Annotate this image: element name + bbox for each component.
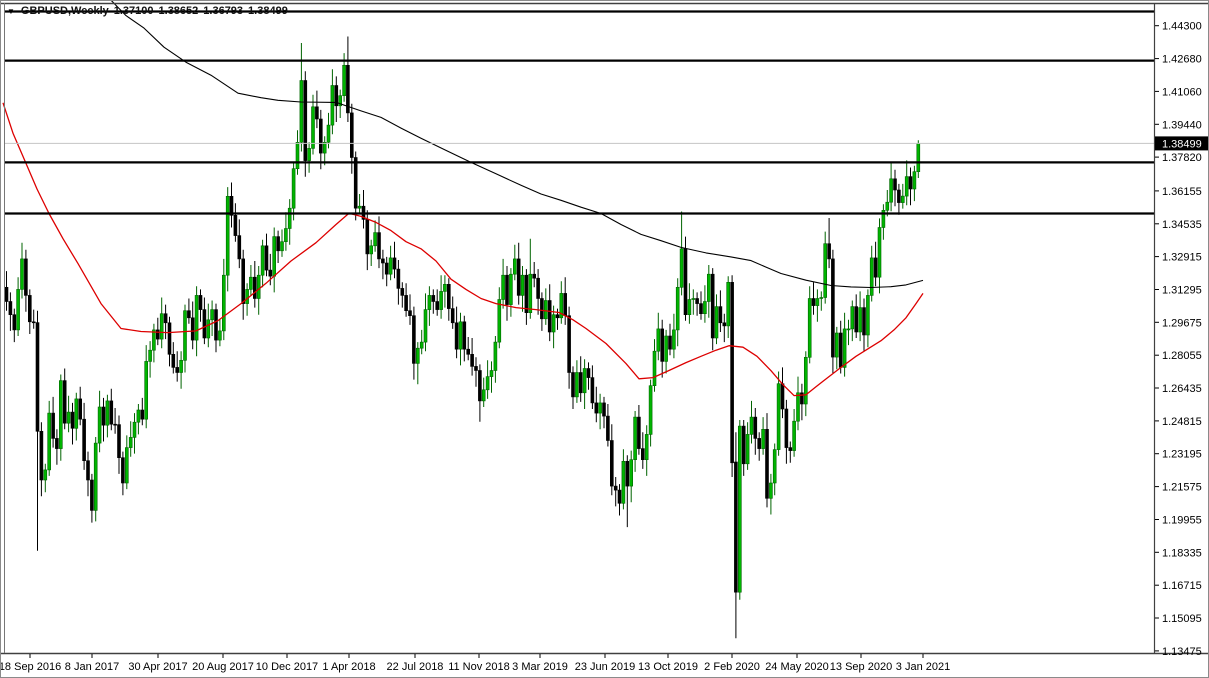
- svg-text:1.32915: 1.32915: [1162, 252, 1202, 264]
- svg-text:1.42680: 1.42680: [1162, 54, 1202, 66]
- svg-text:30 Apr 2017: 30 Apr 2017: [128, 661, 187, 673]
- svg-text:11 Nov 2018: 11 Nov 2018: [448, 661, 510, 673]
- svg-text:24 May 2020: 24 May 2020: [765, 661, 829, 673]
- svg-text:1.29675: 1.29675: [1162, 317, 1202, 329]
- svg-text:1.39440: 1.39440: [1162, 119, 1202, 131]
- chart-canvas[interactable]: 1.44300 1.42680 1.41060 1.39440 1.37820 1.361…: [1, 1, 1209, 678]
- quote-high: 1.38652: [158, 5, 199, 17]
- svg-text:13 Sep 2020: 13 Sep 2020: [830, 661, 892, 673]
- svg-text:10 Dec 2017: 10 Dec 2017: [256, 661, 318, 673]
- chart-background: [1, 1, 1208, 677]
- svg-text:1.36155: 1.36155: [1162, 186, 1202, 198]
- svg-text:1 Apr 2018: 1 Apr 2018: [322, 661, 375, 673]
- svg-text:18 Sep 2016: 18 Sep 2016: [1, 661, 61, 673]
- svg-text:20 Aug 2017: 20 Aug 2017: [192, 661, 254, 673]
- symbol-period-label: GBPUSD,Weekly: [20, 5, 109, 17]
- quote-close: 1.38499: [248, 5, 288, 17]
- current-price-tag: 1.38499: [1155, 136, 1208, 151]
- svg-text:1.34535: 1.34535: [1162, 219, 1202, 231]
- svg-text:1.28055: 1.28055: [1162, 350, 1202, 362]
- svg-text:3 Jan 2021: 3 Jan 2021: [896, 661, 950, 673]
- svg-text:1.13475: 1.13475: [1162, 646, 1202, 658]
- chart-shift-marker-icon[interactable]: ▼: [7, 7, 15, 16]
- quote-low: 1.36793: [203, 5, 244, 17]
- svg-text:1.44300: 1.44300: [1162, 21, 1202, 33]
- chart-window: ▼ GBPUSD,Weekly 1.37100 1.38652 1.36793 …: [0, 0, 1209, 678]
- svg-text:1.41060: 1.41060: [1162, 86, 1202, 98]
- svg-text:22 Jul 2018: 22 Jul 2018: [387, 661, 444, 673]
- svg-text:1.31295: 1.31295: [1162, 285, 1202, 297]
- svg-text:1.16715: 1.16715: [1162, 580, 1202, 592]
- svg-text:3 Mar 2019: 3 Mar 2019: [512, 661, 568, 673]
- chart-title: ▼ GBPUSD,Weekly 1.37100 1.38652 1.36793 …: [7, 4, 288, 18]
- svg-text:1.23195: 1.23195: [1162, 449, 1202, 461]
- svg-text:1.21575: 1.21575: [1162, 482, 1202, 494]
- svg-text:1.37820: 1.37820: [1162, 152, 1202, 164]
- quote-open: 1.37100: [113, 5, 154, 17]
- svg-text:1.19955: 1.19955: [1162, 515, 1202, 527]
- svg-text:23 Jun 2019: 23 Jun 2019: [575, 661, 636, 673]
- svg-text:13 Oct 2019: 13 Oct 2019: [638, 661, 698, 673]
- svg-text:1.18335: 1.18335: [1162, 547, 1202, 559]
- svg-text:1.26435: 1.26435: [1162, 383, 1202, 395]
- svg-text:1.15095: 1.15095: [1162, 613, 1202, 625]
- svg-text:1.38499: 1.38499: [1162, 138, 1202, 150]
- svg-text:2 Feb 2020: 2 Feb 2020: [704, 661, 760, 673]
- svg-text:1.24815: 1.24815: [1162, 416, 1202, 428]
- svg-text:8 Jan 2017: 8 Jan 2017: [65, 661, 119, 673]
